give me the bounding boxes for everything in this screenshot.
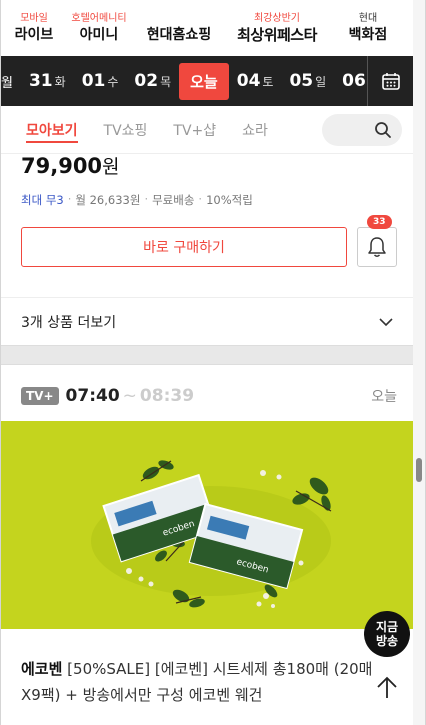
tab-tv-plus-shop[interactable]: TV+샵	[160, 106, 229, 153]
live-now-text: 지금 방송	[376, 620, 398, 648]
nav-item-label: 현대홈쇼핑	[146, 26, 212, 43]
live-now-badge[interactable]: 지금 방송	[364, 611, 410, 657]
nav-item-sub: 현대	[358, 12, 378, 24]
live-badge-line2: 방송	[375, 634, 399, 648]
price-currency: 원	[102, 156, 120, 178]
date-number: 31	[28, 71, 53, 91]
nav-item-label: 최상위페스타	[237, 25, 317, 44]
date-weekday: 일	[315, 75, 327, 89]
date-item[interactable]: 04 토	[229, 71, 282, 91]
product-photo-illustration: ecoben ecoben	[1, 421, 413, 629]
more-products-label: 3개 상품 더보기	[21, 314, 117, 331]
more-products-toggle[interactable]: 3개 상품 더보기	[1, 297, 413, 345]
nav-item-label: 아미니	[79, 26, 119, 43]
meta-separator: ·	[198, 192, 203, 206]
date-number: 05	[289, 71, 314, 91]
date-weekday: 수	[107, 75, 119, 89]
monthly-text: 월 26,633원	[75, 193, 141, 207]
product-image[interactable]: ecoben ecoben	[1, 421, 413, 629]
product-title-text: [50%SALE] [에코벤] 시트세제 총180매 (20매X9팩) + 방송…	[21, 660, 373, 704]
date-weekday: 토	[262, 75, 274, 89]
arrow-up-icon	[377, 676, 397, 698]
date-item-today[interactable]: 오늘	[179, 62, 229, 100]
nav-item-sub: 호텔어메니티	[71, 12, 127, 24]
alarm-count-badge: 33	[367, 215, 392, 229]
price-value: 79,900	[21, 154, 103, 178]
schedule-day: 오늘	[371, 389, 397, 405]
date-item[interactable]: 05 일	[281, 71, 334, 91]
end-time: 08:39	[139, 386, 195, 406]
date-list: 월 31화 01수 02목 오늘 04토 05일 06월	[1, 56, 367, 106]
time-separator: ~	[122, 386, 137, 406]
section-divider	[1, 345, 413, 365]
date-weekday: 목	[160, 75, 172, 89]
product-brand: 에코벤	[21, 660, 63, 678]
tab-tv-shopping[interactable]: TV쇼핑	[91, 106, 161, 153]
chevron-down-icon	[379, 317, 393, 326]
bell-icon	[368, 237, 386, 257]
tv-plus-badge: TV+	[21, 387, 59, 405]
date-item[interactable]: 01 수	[74, 71, 127, 91]
buy-now-button[interactable]: 바로 구매하기	[21, 227, 347, 267]
search-button[interactable]	[322, 114, 402, 146]
live-badge-line1: 지금	[375, 620, 399, 634]
app-page: 모바일 라이브 호텔어메니티 아미니 현대홈쇼핑 최강상반기 최상위페스타 현대…	[0, 0, 426, 725]
tab-shora[interactable]: 쇼라	[229, 106, 281, 153]
installment-text: 최대 무3	[21, 193, 64, 207]
date-number: 02	[134, 71, 159, 91]
nav-item-sub: 모바일	[20, 12, 48, 24]
points-text: 10%적립	[206, 193, 253, 207]
date-number: 01	[81, 71, 106, 91]
date-weekday: 월	[1, 75, 13, 91]
scroll-to-top-button[interactable]	[365, 668, 409, 708]
tab-moabogi[interactable]: 모아보기	[13, 106, 91, 153]
nav-item-sub: 최강상반기	[254, 12, 300, 24]
product-meta: 최대 무3 · 월 26,633원 · 무료배송 · 10%적립	[21, 192, 253, 208]
start-time: 07:40	[65, 386, 120, 406]
content-tab-bar: 모아보기 TV쇼핑 TV+샵 쇼라	[1, 106, 413, 154]
meta-separator: ·	[144, 192, 149, 206]
nav-item-hyundai-homeshopping[interactable]: 현대홈쇼핑	[131, 0, 227, 56]
nav-item-label: 라이브	[14, 26, 54, 43]
date-item[interactable]: 06월	[334, 71, 367, 91]
calendar-button[interactable]	[367, 56, 413, 106]
product-price: 79,900원	[21, 152, 120, 179]
calendar-icon	[381, 73, 400, 90]
nav-item-label: 백화점	[348, 26, 388, 43]
date-weekday: 화	[54, 75, 66, 89]
date-item[interactable]: 월	[1, 72, 21, 91]
scrollbar-thumb[interactable]	[416, 458, 422, 482]
date-item[interactable]: 02 목	[126, 71, 179, 91]
top-category-nav: 모바일 라이브 호텔어메니티 아미니 현대홈쇼핑 최강상반기 최상위페스타 현대…	[1, 0, 413, 56]
nav-item-amini[interactable]: 호텔어메니티 아미니	[67, 0, 131, 56]
alarm-button[interactable]: 33	[357, 215, 397, 267]
product-title[interactable]: 에코벤 [50%SALE] [에코벤] 시트세제 총180매 (20매X9팩) …	[21, 656, 381, 708]
scrollbar[interactable]	[413, 0, 425, 725]
nav-item-festa[interactable]: 최강상반기 최상위페스타	[227, 0, 327, 56]
meta-separator: ·	[67, 192, 72, 206]
shipping-text: 무료배송	[152, 193, 195, 207]
search-icon	[375, 122, 391, 138]
nav-item-department-store[interactable]: 현대 백화점	[327, 0, 409, 56]
nav-item-mobile-live[interactable]: 모바일 라이브	[1, 0, 67, 56]
date-number: 04	[236, 71, 261, 91]
date-item[interactable]: 31 화	[21, 71, 74, 91]
broadcast-schedule: TV+ 07:40 ~ 08:39 오늘	[21, 386, 397, 406]
date-number: 06	[342, 71, 366, 91]
date-selector-bar: 월 31화 01수 02목 오늘 04토 05일 06월	[1, 56, 413, 106]
